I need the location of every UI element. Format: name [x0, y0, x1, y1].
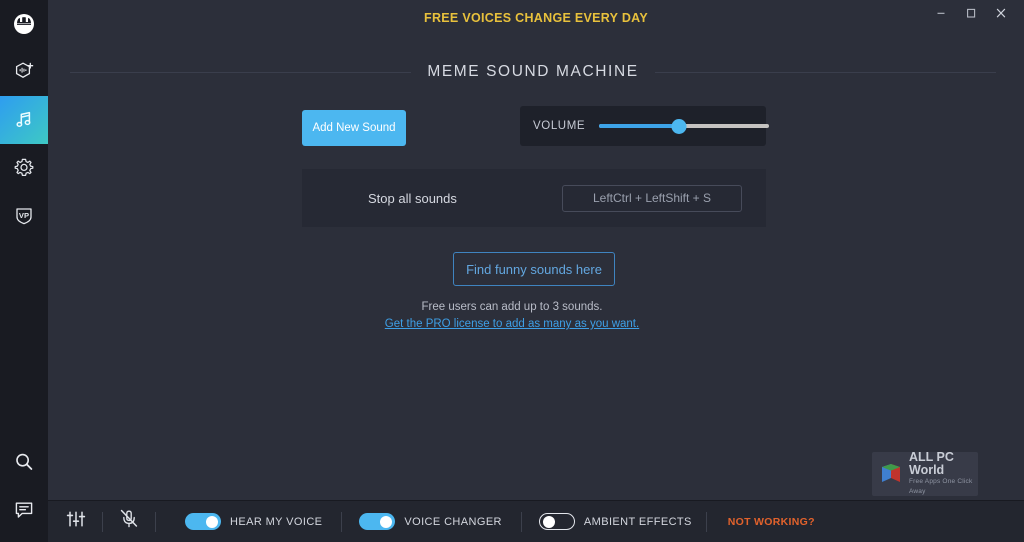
title-bar: FREE VOICES CHANGE EVERY DAY	[48, 0, 1024, 40]
sidebar-item-voicemod[interactable]	[0, 0, 48, 48]
soundboard-panel: Add New Sound VOLUME Stop all sounds Lef…	[302, 106, 770, 227]
volume-slider-fill	[599, 124, 680, 128]
sidebar-item-settings[interactable]	[0, 144, 48, 192]
pro-license-link[interactable]: Get the PRO license to add as many as yo…	[385, 318, 639, 330]
watermark-title: ALL PC World	[909, 450, 954, 477]
add-new-sound-button[interactable]: Add New Sound	[302, 110, 406, 146]
stop-all-sounds-label: Stop all sounds	[368, 190, 457, 206]
toolbar-divider-5	[705, 511, 707, 532]
voice-changer-toggle-knob	[380, 515, 393, 528]
ambient-effects-toggle-knob	[542, 515, 555, 528]
gear-icon	[12, 156, 36, 180]
app-window: VP FREE VOICES CHANGE EVERY DAY MEME SOU…	[0, 0, 1024, 542]
sidebar-item-voicelab[interactable]	[0, 48, 48, 96]
sidebar-item-search[interactable]	[0, 438, 48, 486]
watermark-text: ALL PC World Free Apps One Click Away	[909, 451, 978, 497]
not-working-link[interactable]: NOT WORKING?	[728, 516, 815, 528]
voice-changer-toggle[interactable]	[359, 513, 396, 530]
hear-my-voice-toggle-knob	[206, 515, 218, 528]
volume-label: VOLUME	[533, 120, 586, 132]
free-users-note: Free users can add up to 3 sounds.	[421, 301, 603, 313]
sidebar-item-voicemod-pro[interactable]: VP	[0, 192, 48, 240]
hear-my-voice-label: HEAR MY VOICE	[230, 515, 323, 528]
minimize-icon	[934, 6, 948, 25]
find-funny-sounds-button[interactable]: Find funny sounds here	[453, 252, 615, 286]
page-title: MEME SOUND MACHINE	[427, 63, 639, 80]
sidebar-item-soundboard[interactable]	[0, 96, 48, 144]
promo-banner: FREE VOICES CHANGE EVERY DAY	[424, 11, 648, 25]
maximize-icon	[964, 6, 978, 25]
header-rule-left	[70, 71, 412, 73]
minimize-button[interactable]	[926, 0, 956, 30]
sidebar: VP	[0, 0, 48, 542]
chat-icon	[12, 498, 36, 522]
toolbar-divider-3	[341, 511, 343, 532]
toolbar-divider-2	[155, 511, 156, 532]
voicelab-add-icon	[12, 60, 36, 84]
mute-microphone-button[interactable]	[112, 501, 146, 542]
svg-text:VP: VP	[19, 211, 29, 220]
section-header: MEME SOUND MACHINE	[70, 60, 996, 84]
toolbar-divider-1	[102, 511, 103, 532]
header-rule-right	[654, 71, 996, 73]
voicemod-logo-icon	[12, 12, 36, 36]
watermark-subtitle: Free Apps One Click Away	[909, 478, 973, 495]
volume-control: VOLUME	[520, 106, 770, 146]
close-button[interactable]	[986, 0, 1016, 30]
volume-slider-thumb[interactable]	[671, 119, 687, 134]
search-icon	[12, 450, 36, 474]
watermark: ALL PC World Free Apps One Click Away	[872, 451, 978, 497]
stop-all-sounds-hotkey[interactable]: LeftCtrl + LeftShift + S	[562, 184, 742, 212]
bottom-toolbar: HEAR MY VOICE VOICE CHANGER AMBIENT EFFE…	[48, 500, 1024, 542]
hear-my-voice-toggle[interactable]	[185, 513, 221, 530]
volume-slider[interactable]	[599, 117, 770, 135]
stop-all-sounds-row: Stop all sounds LeftCtrl + LeftShift + S	[302, 169, 766, 227]
microphone-muted-icon	[118, 508, 140, 535]
maximize-button[interactable]	[956, 0, 986, 30]
ambient-effects-label: AMBIENT EFFECTS	[583, 515, 692, 528]
equalizer-button[interactable]	[59, 501, 93, 542]
watermark-logo-icon	[878, 461, 904, 487]
vp-shield-icon: VP	[12, 204, 36, 228]
toolbar-divider-4	[520, 511, 522, 532]
voice-changer-label: VOICE CHANGER	[404, 515, 502, 528]
pro-license-link-container: Get the PRO license to add as many as yo…	[0, 314, 1024, 332]
controls-row: Add New Sound VOLUME	[302, 106, 770, 160]
equalizer-icon	[65, 508, 87, 535]
close-icon	[994, 6, 1008, 25]
music-note-icon	[12, 108, 36, 132]
ambient-effects-toggle[interactable]	[538, 513, 575, 530]
sidebar-item-chat[interactable]	[0, 486, 48, 534]
